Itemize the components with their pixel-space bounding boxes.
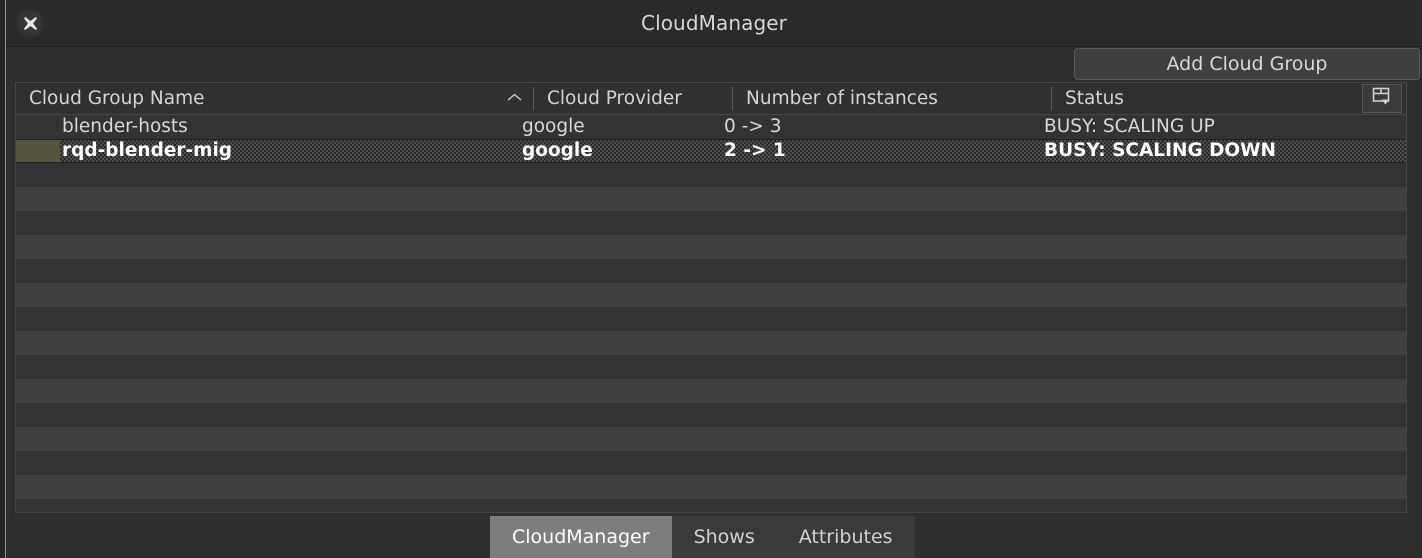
table-row[interactable]: rqd-blender-mig google 2 -> 1 BUSY: SCALING… — [16, 139, 1406, 163]
column-header-cloud-group-name[interactable]: Cloud Group Name — [16, 83, 518, 114]
table-columns-dropdown-icon — [1372, 87, 1393, 110]
cell-name: rqd-blender-mig — [62, 140, 233, 161]
table-row-empty[interactable] — [16, 307, 1406, 331]
tab-strip: CloudManager Shows Attributes — [490, 516, 915, 558]
tab-attributes[interactable]: Attributes — [777, 516, 915, 558]
title-bar: CloudManager — [6, 0, 1422, 47]
bottom-tab-bar: CloudManager Shows Attributes — [6, 516, 1422, 558]
toolbar: Add Cloud Group — [6, 47, 1422, 82]
table-row[interactable]: blender-hosts google 0 -> 3 BUSY: SCALING U… — [16, 115, 1406, 139]
table-row-empty[interactable] — [16, 403, 1406, 427]
cell-instances: 0 -> 3 — [724, 116, 782, 137]
tab-cloudmanager[interactable]: CloudManager — [490, 516, 672, 558]
table-row-empty[interactable] — [16, 259, 1406, 283]
table-row-empty[interactable] — [16, 355, 1406, 379]
table-row-empty[interactable] — [16, 187, 1406, 211]
cloud-groups-table: Cloud Group Name Cloud Provider Number o… — [15, 82, 1407, 513]
cell-name: blender-hosts — [62, 116, 188, 137]
column-header-status[interactable]: Status — [1052, 83, 1362, 114]
table-row-empty[interactable] — [16, 499, 1406, 512]
window-frame-left-highlight — [5, 0, 6, 558]
cell-provider: google — [522, 140, 593, 161]
column-header-cloud-provider[interactable]: Cloud Provider — [534, 83, 732, 114]
table-row-empty[interactable] — [16, 331, 1406, 355]
add-cloud-group-button[interactable]: Add Cloud Group — [1074, 48, 1420, 80]
table-body: blender-hosts google 0 -> 3 BUSY: SCALING U… — [16, 115, 1406, 512]
table-row-empty[interactable] — [16, 451, 1406, 475]
cell-status: BUSY: SCALING DOWN — [1044, 140, 1277, 161]
table-row-empty[interactable] — [16, 379, 1406, 403]
column-config-button[interactable] — [1362, 84, 1402, 113]
chevron-up-icon — [506, 83, 523, 114]
table-row-empty[interactable] — [16, 211, 1406, 235]
cell-provider: google — [522, 116, 585, 137]
window-title: CloudManager — [641, 11, 787, 35]
cell-status: BUSY: SCALING UP — [1044, 116, 1215, 137]
table-row-empty[interactable] — [16, 427, 1406, 451]
cloudmanager-window: CloudManager Add Cloud Group Cloud Group… — [0, 0, 1422, 558]
table-row-empty[interactable] — [16, 163, 1406, 187]
tab-shows[interactable]: Shows — [672, 516, 777, 558]
table-row-empty[interactable] — [16, 283, 1406, 307]
table-row-empty[interactable] — [16, 235, 1406, 259]
column-header-number-of-instances[interactable]: Number of instances — [733, 83, 1051, 114]
table-row-empty[interactable] — [16, 475, 1406, 499]
table-header-row: Cloud Group Name Cloud Provider Number o… — [16, 83, 1406, 115]
cell-instances: 2 -> 1 — [724, 140, 786, 161]
